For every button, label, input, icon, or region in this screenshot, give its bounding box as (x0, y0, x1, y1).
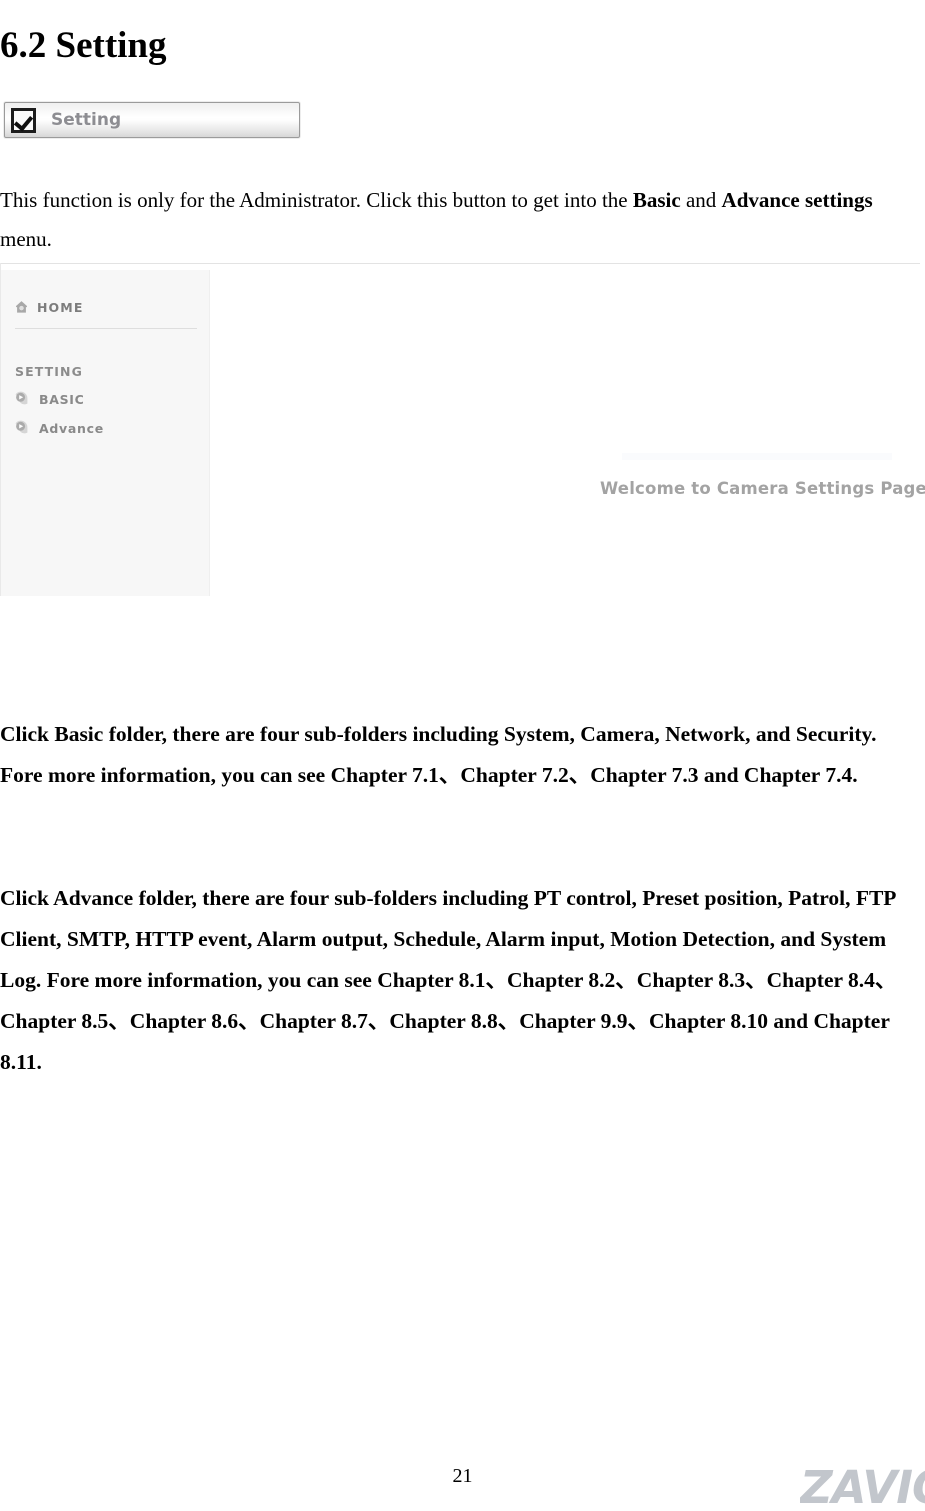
brand-logo-text: ZAVIO (800, 1466, 925, 1508)
folder-arrow-icon (14, 420, 30, 436)
setting-button-figure: Setting (4, 102, 300, 138)
sidebar-item-home-label: HOME (37, 300, 84, 315)
home-icon (14, 300, 29, 315)
page-title: 6.2 Setting (0, 24, 167, 66)
sidebar-item-home[interactable]: HOME (14, 300, 83, 315)
document-page: 6.2 Setting Setting This function is onl… (0, 0, 925, 1511)
camera-settings-screenshot: HOME SETTING BASIC Advance Welcome to Ca… (0, 258, 925, 598)
screenshot-top-border (0, 263, 920, 264)
checkbox-checked-icon (11, 107, 36, 133)
intro-text-part2: and (680, 188, 722, 212)
basic-folder-paragraph: Click Basic folder, there are four sub-f… (0, 721, 877, 787)
intro-bold-advance-settings: Advance settings (721, 188, 873, 212)
sidebar-item-basic[interactable]: BASIC (14, 391, 85, 407)
advance-folder-paragraph: Click Advance folder, there are four sub… (0, 885, 897, 1074)
sidebar-divider (15, 328, 197, 329)
folder-arrow-icon (14, 391, 30, 407)
sidebar-item-basic-label: BASIC (39, 391, 85, 407)
ghost-separator (622, 453, 892, 460)
screenshot-sidebar: HOME SETTING BASIC Advance (1, 270, 210, 596)
brand-logo: ZAVIO (800, 1466, 925, 1508)
intro-bold-basic: Basic (632, 188, 681, 212)
page-number: 21 (452, 1465, 473, 1487)
sidebar-item-advance[interactable]: Advance (14, 420, 104, 436)
sidebar-item-advance-label: Advance (39, 420, 104, 436)
intro-text-part3: menu. (0, 227, 52, 251)
sidebar-section-title: SETTING (15, 364, 83, 379)
intro-text-part1: This function is only for the Administra… (0, 188, 633, 212)
welcome-message: Welcome to Camera Settings Page (600, 479, 925, 498)
intro-paragraph: This function is only for the Administra… (0, 181, 918, 259)
setting-button-label: Setting (51, 110, 122, 130)
